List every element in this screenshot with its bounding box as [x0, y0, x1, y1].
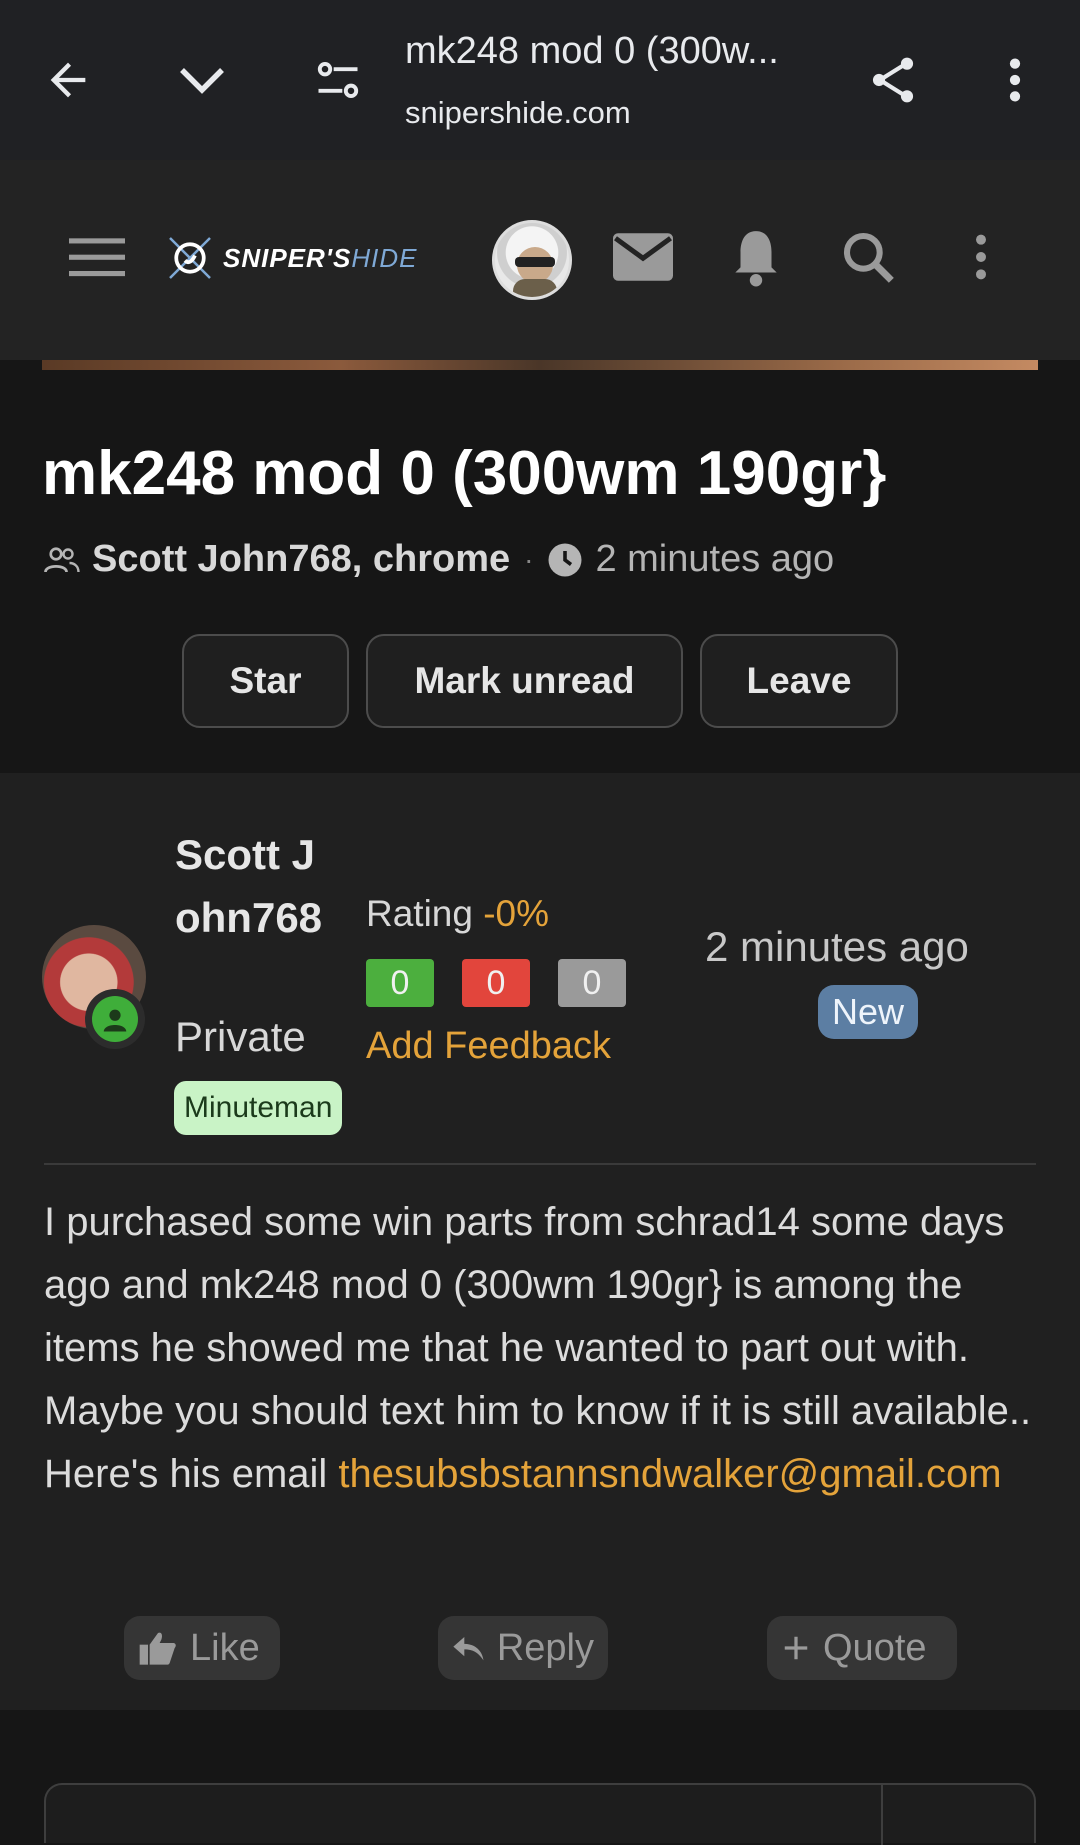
- mail-icon[interactable]: [598, 212, 688, 302]
- author-badge: Minuteman: [174, 1081, 343, 1135]
- add-feedback-link[interactable]: Add Feedback: [366, 1025, 611, 1068]
- participants[interactable]: Scott John768, chrome: [92, 538, 510, 581]
- thread-time: 2 minutes ago: [595, 538, 835, 580]
- chevron-down-icon[interactable]: [162, 40, 242, 120]
- rating: Rating -0%: [366, 893, 550, 934]
- like-button[interactable]: Like: [124, 1616, 280, 1680]
- tab-title[interactable]: mk248 mod 0 (300w...: [405, 30, 825, 73]
- more-vert-icon[interactable]: [975, 40, 1055, 120]
- message-post: Scott John768 Private Minuteman Rating -…: [0, 773, 1080, 1710]
- logo-wordmark: SNIPER'SHIDE: [223, 242, 418, 273]
- url-domain[interactable]: snipershide.com: [405, 95, 631, 131]
- plus-icon: [784, 1636, 808, 1660]
- post-time[interactable]: 2 minutes ago: [705, 923, 969, 971]
- reply-arrow-icon: [453, 1637, 484, 1661]
- menu-icon[interactable]: [52, 212, 142, 302]
- thumbs-up-icon: [139, 1632, 176, 1665]
- reply-section: [0, 1710, 1080, 1845]
- banner-image-edge: [42, 360, 1038, 370]
- mark-unread-button[interactable]: Mark unread: [366, 634, 683, 728]
- author-name[interactable]: Scott John768: [175, 823, 325, 949]
- site-logo[interactable]: SNIPER'SHIDE: [165, 228, 417, 288]
- leave-button[interactable]: Leave: [700, 634, 898, 728]
- email-link[interactable]: thesubsbstannsndwalker@gmail.com: [338, 1452, 1001, 1496]
- back-arrow-icon[interactable]: [28, 40, 108, 120]
- reply-editor[interactable]: [44, 1783, 1036, 1845]
- more-vert-icon[interactable]: [936, 212, 1026, 302]
- clock-icon: [548, 543, 582, 576]
- author-rank: Private: [175, 1013, 306, 1060]
- share-icon[interactable]: [853, 40, 933, 120]
- reply-button[interactable]: Reply: [438, 1616, 608, 1680]
- site-settings-icon[interactable]: [298, 40, 378, 120]
- bell-icon[interactable]: [711, 212, 801, 302]
- post-body: I purchased some win parts from schrad14…: [44, 1200, 1032, 1496]
- site-header: SNIPER'SHIDE: [0, 160, 1080, 360]
- search-icon[interactable]: [823, 212, 913, 302]
- user-avatar[interactable]: [492, 220, 572, 300]
- negative-feedback-count[interactable]: 0: [462, 959, 530, 1007]
- neutral-feedback-count[interactable]: 0: [558, 959, 626, 1007]
- quote-button[interactable]: Quote: [767, 1616, 957, 1680]
- online-status-icon: [85, 989, 145, 1049]
- thread-header: mk248 mod 0 (300wm 190gr} Scott John768,…: [0, 370, 1080, 772]
- browser-toolbar: mk248 mod 0 (300w... snipershide.com: [0, 0, 1080, 160]
- positive-feedback-count[interactable]: 0: [366, 959, 434, 1007]
- crosshair-logo-icon: [169, 237, 211, 279]
- new-badge: New: [818, 985, 919, 1039]
- page-title: mk248 mod 0 (300wm 190gr}: [42, 439, 887, 508]
- divider: [44, 1163, 1036, 1165]
- star-button[interactable]: Star: [182, 634, 349, 728]
- participants-icon: [44, 546, 80, 572]
- thread-meta: Scott John768, chrome · 2 minutes ago: [44, 538, 834, 581]
